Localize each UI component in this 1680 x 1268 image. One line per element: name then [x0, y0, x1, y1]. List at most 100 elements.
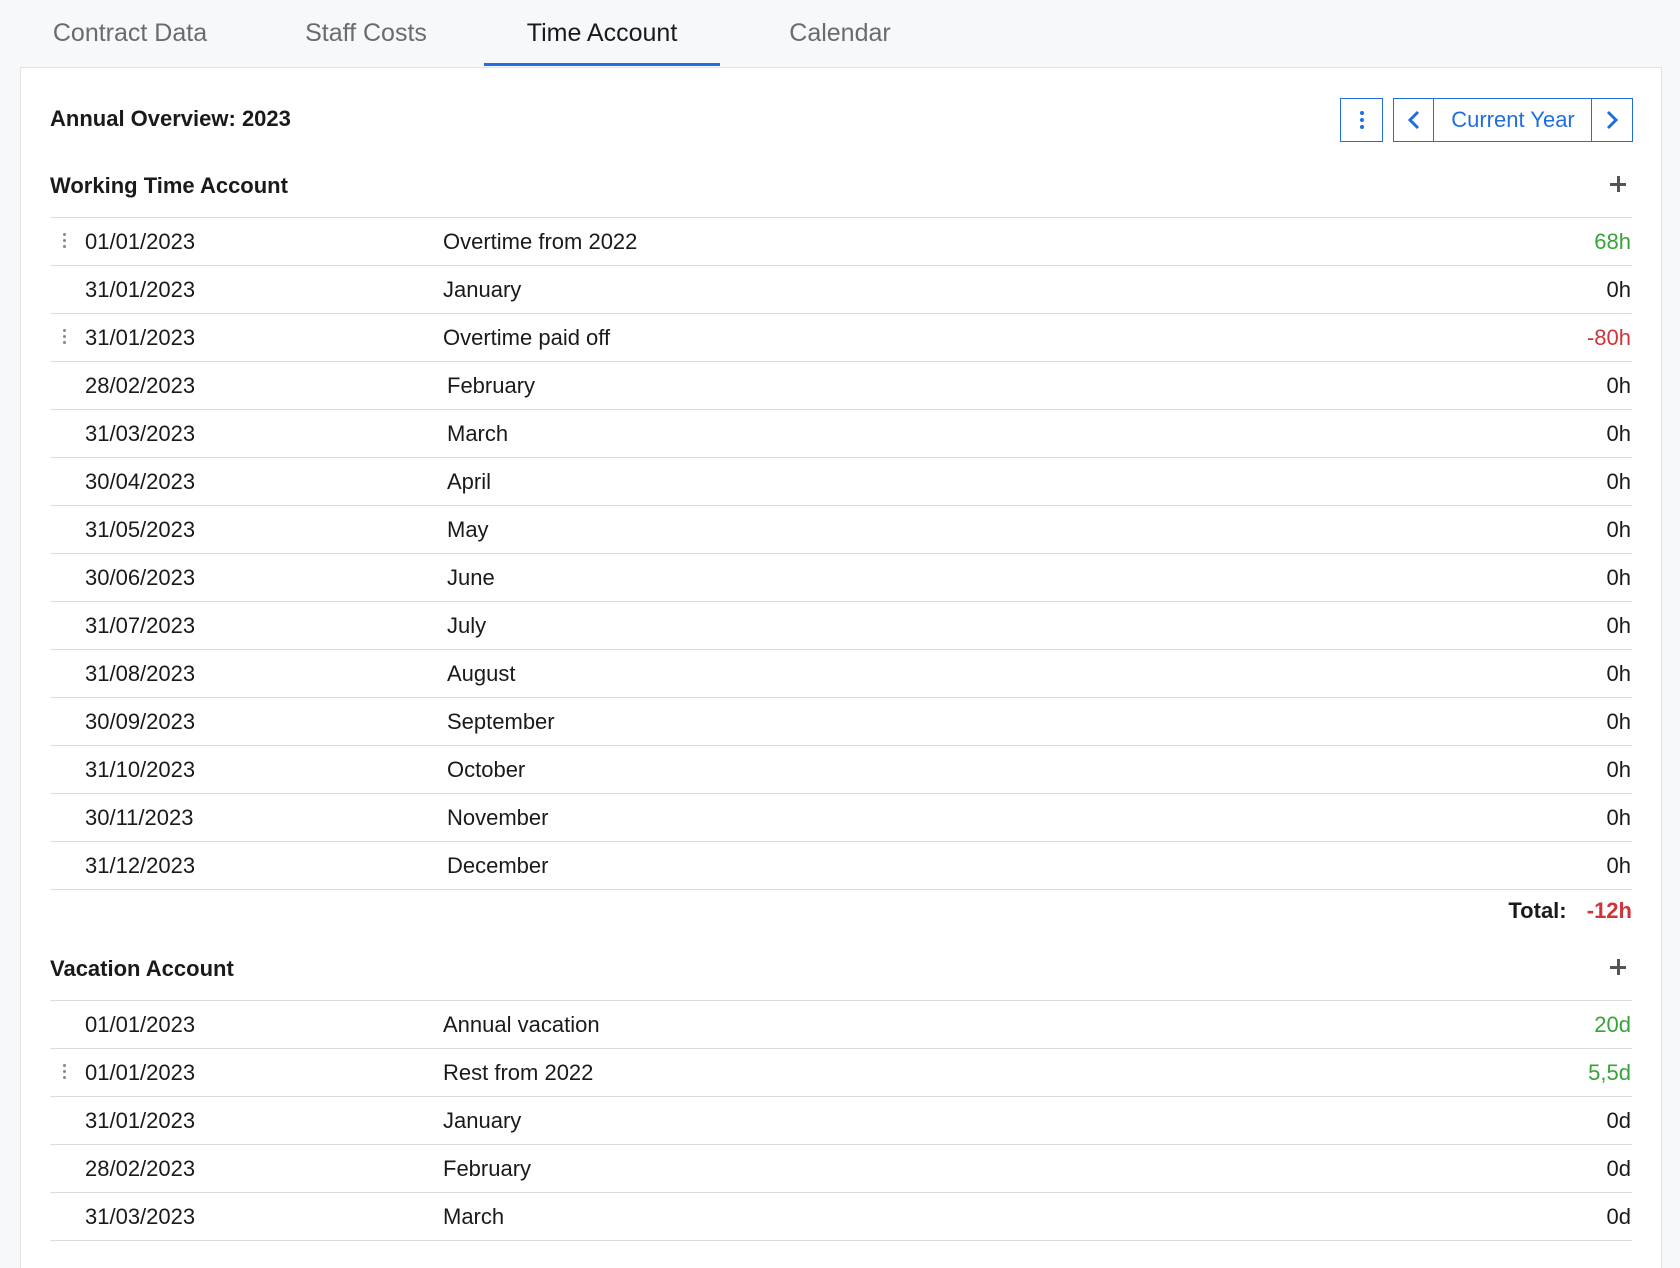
row-date: 31/07/2023	[85, 613, 196, 638]
table-row[interactable]: 28/02/2023 February 0d	[50, 1145, 1632, 1193]
row-description: May	[447, 517, 489, 542]
row-description: Annual vacation	[443, 1012, 600, 1037]
row-date: 30/04/2023	[85, 469, 196, 494]
row-date: 31/10/2023	[85, 757, 196, 782]
chevron-right-icon	[1606, 110, 1619, 130]
table-row[interactable]: 01/01/2023 Annual vacation 20d	[50, 1001, 1632, 1049]
tab-time-account[interactable]: Time Account	[484, 0, 720, 66]
row-value: 0h	[1606, 277, 1631, 302]
row-description: March	[443, 1204, 505, 1229]
table-row[interactable]: 01/01/2023 Rest from 2022 5,5d	[50, 1049, 1632, 1097]
row-value: 0h	[1606, 469, 1631, 494]
row-date: 31/05/2023	[85, 517, 196, 542]
row-value: -80h	[1586, 325, 1631, 350]
tab-staff-costs[interactable]: Staff Costs	[266, 0, 466, 66]
row-date: 31/03/2023	[85, 421, 196, 446]
row-description: January	[443, 1108, 522, 1133]
chevron-left-icon	[1407, 110, 1420, 130]
table-row[interactable]: 31/08/2023 August 0h	[50, 650, 1632, 698]
row-value: 0h	[1606, 661, 1631, 686]
row-description: December	[447, 853, 549, 878]
row-value: 0h	[1606, 373, 1631, 398]
table-row[interactable]: 01/01/2023 Overtime from 2022 68h	[50, 218, 1632, 266]
row-description: Overtime paid off	[443, 325, 611, 350]
table-row[interactable]: 31/07/2023 July 0h	[50, 602, 1632, 650]
vacation-table: 01/01/2023 Annual vacation 20d 01/01/2023 Re…	[50, 1000, 1632, 1241]
table-row[interactable]: 31/03/2023 March 0d	[50, 1193, 1632, 1241]
row-description: September	[447, 709, 555, 734]
table-row[interactable]: 31/01/2023 January 0h	[50, 266, 1632, 314]
row-description: February	[443, 1156, 532, 1181]
row-value: 68h	[1594, 229, 1631, 254]
row-value: 0h	[1606, 613, 1631, 638]
row-date: 31/03/2023	[85, 1204, 196, 1229]
add-working-time-entry-button[interactable]	[1606, 172, 1630, 196]
working-time-title: Working Time Account	[50, 173, 288, 198]
table-row[interactable]: 31/12/2023 December 0h	[50, 842, 1632, 890]
working-time-total: Total: -12h	[1508, 898, 1632, 924]
row-value: 0h	[1606, 709, 1631, 734]
row-value: 0h	[1606, 805, 1631, 830]
total-label: Total:	[1508, 898, 1567, 923]
table-row[interactable]: 30/11/2023 November 0h	[50, 794, 1632, 842]
row-value: 0h	[1606, 565, 1631, 590]
table-row[interactable]: 30/06/2023 June 0h	[50, 554, 1632, 602]
row-value: 0d	[1606, 1204, 1631, 1229]
current-year-button[interactable]: Current Year	[1433, 98, 1593, 142]
row-description: August	[447, 661, 516, 686]
row-date: 28/02/2023	[85, 1156, 196, 1181]
time-account-panel: Annual Overview: 2023 Current Year Worki…	[20, 67, 1662, 1268]
row-date: 31/08/2023	[85, 661, 196, 686]
row-description: January	[443, 277, 522, 302]
table-row[interactable]: 30/09/2023 September 0h	[50, 698, 1632, 746]
table-row[interactable]: 31/01/2023 Overtime paid off -80h	[50, 314, 1632, 362]
row-date: 28/02/2023	[85, 373, 196, 398]
previous-year-button[interactable]	[1393, 98, 1435, 142]
row-value: 0h	[1606, 757, 1631, 782]
add-vacation-entry-button[interactable]	[1606, 955, 1630, 979]
row-description: July	[447, 613, 487, 638]
row-date: 31/12/2023	[85, 853, 196, 878]
row-description: February	[447, 373, 536, 398]
row-date: 30/09/2023	[85, 709, 196, 734]
drag-handle-icon[interactable]	[59, 326, 69, 348]
drag-handle-icon[interactable]	[59, 230, 69, 252]
tab-calendar[interactable]: Calendar	[740, 0, 940, 66]
table-row[interactable]: 31/10/2023 October 0h	[50, 746, 1632, 794]
row-value: 20d	[1594, 1012, 1631, 1037]
row-description: March	[447, 421, 509, 446]
row-date: 30/11/2023	[85, 805, 194, 830]
row-description: April	[447, 469, 492, 494]
vertical-dots-icon	[1359, 111, 1364, 129]
row-value: 0h	[1606, 853, 1631, 878]
row-date: 31/01/2023	[85, 325, 196, 350]
table-row[interactable]: 31/05/2023 May 0h	[50, 506, 1632, 554]
row-date: 31/01/2023	[85, 277, 196, 302]
row-description: November	[447, 805, 549, 830]
overview-title: Annual Overview: 2023	[50, 106, 291, 131]
row-date: 01/01/2023	[85, 229, 196, 254]
row-value: 0h	[1606, 517, 1631, 542]
row-value: 5,5d	[1588, 1060, 1631, 1085]
working-time-table: 01/01/2023 Overtime from 2022 68h 31/01/202…	[50, 217, 1632, 890]
row-value: 0d	[1606, 1156, 1631, 1181]
drag-handle-icon[interactable]	[59, 1061, 69, 1083]
current-year-label: Current Year	[1451, 107, 1575, 132]
row-date: 01/01/2023	[85, 1060, 196, 1085]
row-value: 0d	[1606, 1108, 1631, 1133]
row-value: 0h	[1606, 421, 1631, 446]
next-year-button[interactable]	[1591, 98, 1633, 142]
table-row[interactable]: 30/04/2023 April 0h	[50, 458, 1632, 506]
vacation-title: Vacation Account	[50, 956, 234, 981]
tab-bar: Contract Data Staff Costs Time Account C…	[0, 0, 1680, 68]
table-row[interactable]: 31/01/2023 January 0d	[50, 1097, 1632, 1145]
row-date: 30/06/2023	[85, 565, 196, 590]
row-date: 01/01/2023	[85, 1012, 196, 1037]
options-menu-button[interactable]	[1340, 98, 1383, 142]
table-row[interactable]: 28/02/2023 February 0h	[50, 362, 1632, 410]
tab-contract-data[interactable]: Contract Data	[30, 0, 230, 66]
row-description: Overtime from 2022	[443, 229, 638, 254]
table-row[interactable]: 31/03/2023 March 0h	[50, 410, 1632, 458]
row-date: 31/01/2023	[85, 1108, 196, 1133]
row-description: June	[447, 565, 495, 590]
